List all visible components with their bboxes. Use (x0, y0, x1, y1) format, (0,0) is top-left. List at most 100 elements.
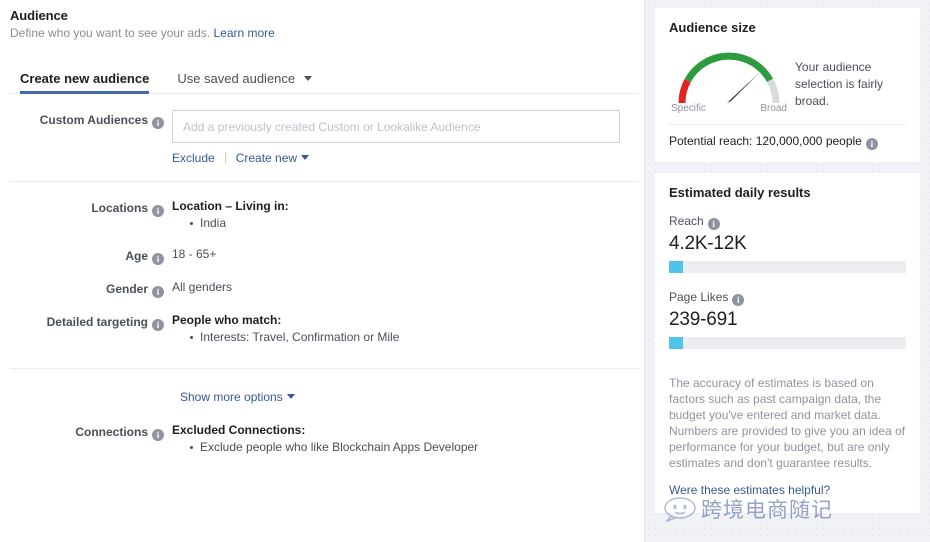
audience-size-message: Your audience selection is fairly broad. (795, 60, 884, 108)
info-icon-page-likes[interactable]: i (732, 294, 745, 306)
row-detailed-targeting: Detailed targeting i People who match: In… (0, 312, 644, 346)
page-subtitle-text: Define who you want to see your ads. (10, 26, 211, 40)
metric-reach-value: 4.2K-12K (669, 233, 747, 254)
audience-settings-screen: Audience Define who you want to see your… (0, 0, 930, 542)
exclude-link[interactable]: Exclude (172, 151, 215, 165)
audience-size-gauge-wrap: Specific Broad Your audience selection i… (669, 41, 906, 114)
metric-page-likes-bar-fill (669, 337, 684, 349)
estimates-disclaimer: The accuracy of estimates is based on fa… (669, 376, 906, 470)
page-subtitle: Define who you want to see your ads. Lea… (10, 26, 644, 40)
custom-audiences-actions: Exclude Create new (172, 151, 644, 165)
list-item: India (190, 215, 644, 232)
gauge-arc-broad (766, 78, 780, 104)
connections-label: Connections (75, 425, 148, 439)
metric-reach-label-group: Reach i (669, 214, 906, 230)
audience-size-title: Audience size (669, 20, 756, 35)
detailed-targeting-field[interactable]: People who match: Interests: Travel, Con… (172, 312, 644, 346)
info-icon-reach[interactable]: i (707, 218, 720, 230)
info-icon-connections[interactable]: i (152, 429, 164, 441)
gauge-needle (727, 71, 761, 103)
connections-list: Exclude people who like Blockchain Apps … (172, 439, 644, 456)
custom-audiences-input[interactable] (172, 110, 620, 143)
metric-reach-bar-fill (669, 261, 684, 273)
metric-reach: Reach i 4.2K-12K (669, 214, 906, 273)
detailed-targeting-heading: People who match: (172, 313, 282, 327)
connections-label-group: Connections i (0, 422, 172, 456)
detailed-targeting-list: Interests: Travel, Confirmation or Mile (172, 329, 644, 346)
metric-page-likes: Page Likes i 239-691 (669, 290, 906, 349)
info-icon-locations[interactable]: i (152, 205, 164, 217)
custom-audiences-field: Exclude Create new (172, 110, 644, 165)
create-new-label: Create new (235, 151, 298, 165)
gender-label-group: Gender i (0, 279, 172, 298)
tab-use-saved-audience-label: Use saved audience (177, 71, 296, 86)
tab-use-saved-audience[interactable]: Use saved audience (177, 71, 312, 94)
potential-reach-row: Potential reach: 120,000,000 people i (669, 134, 906, 150)
page-title: Audience (10, 8, 68, 23)
connections-heading: Excluded Connections: (172, 423, 306, 437)
list-item: Interests: Travel, Confirmation or Mile (190, 329, 644, 346)
info-icon-potential-reach[interactable]: i (865, 138, 878, 150)
show-more-options-label: Show more options (180, 390, 283, 404)
age-label: Age (125, 249, 148, 263)
gauge-arc-mid (684, 52, 774, 83)
info-icon-detailed-targeting[interactable]: i (152, 319, 164, 331)
show-more-options-row: Show more options (0, 390, 644, 404)
gender-field[interactable]: All genders (172, 279, 644, 298)
row-age: Age i 18 - 65+ (0, 246, 644, 265)
locations-label-group: Locations i (0, 198, 172, 232)
audience-size-gauge: Specific Broad (669, 45, 789, 114)
metric-page-likes-bar-track (669, 337, 906, 349)
section-divider-1 (10, 181, 639, 182)
gauge-label-specific: Specific (671, 103, 707, 114)
row-locations: Locations i Location – Living in: India (0, 198, 644, 232)
potential-reach-unit: people (825, 134, 862, 148)
page-header: Audience Define who you want to see your… (0, 0, 644, 40)
info-icon-gender[interactable]: i (152, 286, 164, 298)
estimates-helpful-link[interactable]: Were these estimates helpful? (669, 483, 906, 497)
potential-reach-value: 120,000,000 (755, 134, 823, 148)
learn-more-link[interactable]: Learn more (213, 26, 274, 40)
metric-reach-label: Reach (669, 214, 704, 228)
sidebar-column: Audience size Specific Broad Your audien… (645, 0, 930, 542)
gender-value: All genders (172, 280, 233, 294)
gauge-label-broad: Broad (760, 103, 787, 114)
age-field[interactable]: 18 - 65+ (172, 246, 644, 265)
audience-tabs: Create new audience Use saved audience (0, 64, 644, 94)
main-content-column: Audience Define who you want to see your… (0, 0, 645, 542)
show-more-options-link[interactable]: Show more options (180, 390, 295, 404)
create-new-link[interactable]: Create new (235, 151, 310, 165)
metric-reach-bar-track (669, 261, 906, 273)
gender-label: Gender (105, 282, 148, 296)
row-connections: Connections i Excluded Connections: Exclu… (0, 422, 644, 456)
estimated-daily-results-card: Estimated daily results Reach i 4.2K-12K … (655, 173, 920, 513)
estimated-results-title: Estimated daily results (669, 185, 811, 200)
chevron-down-icon-create-new (301, 155, 310, 160)
row-custom-audiences: Custom Audiences i Exclude Create new (0, 110, 644, 165)
age-label-group: Age i (0, 246, 172, 265)
info-icon-age[interactable]: i (152, 253, 164, 265)
gauge-svg (678, 52, 780, 104)
gauge-axis-labels: Specific Broad (669, 103, 789, 114)
detailed-targeting-label-group: Detailed targeting i (0, 312, 172, 346)
chevron-down-icon-show-more (286, 394, 295, 399)
tab-create-new-audience[interactable]: Create new audience (20, 71, 150, 94)
list-item: Exclude people who like Blockchain Apps … (190, 439, 644, 456)
section-divider-2 (10, 368, 639, 369)
custom-audiences-label-group: Custom Audiences i (0, 110, 172, 165)
age-value: 18 - 65+ (172, 247, 217, 261)
locations-list: India (172, 215, 644, 232)
info-icon-custom-audiences[interactable]: i (152, 117, 164, 129)
chevron-down-icon (303, 76, 312, 81)
action-separator (224, 152, 226, 164)
locations-field[interactable]: Location – Living in: India (172, 198, 644, 232)
results-spacer (669, 349, 906, 375)
tab-create-new-audience-label: Create new audience (20, 71, 150, 86)
row-gender: Gender i All genders (0, 279, 644, 298)
audience-size-divider (669, 124, 906, 125)
connections-field[interactable]: Excluded Connections: Exclude people who… (172, 422, 644, 456)
locations-label: Locations (91, 201, 148, 215)
detailed-targeting-label: Detailed targeting (46, 315, 148, 329)
locations-heading: Location – Living in: (172, 199, 289, 213)
audience-form: Custom Audiences i Exclude Create new Loc… (0, 94, 644, 456)
